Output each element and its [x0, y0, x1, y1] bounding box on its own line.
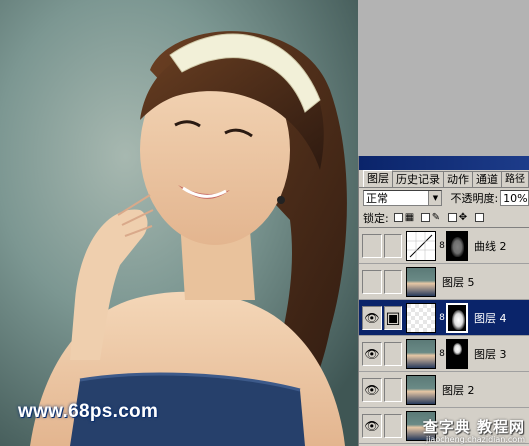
brush-icon: ✎: [431, 212, 441, 223]
lock-label: 锁定:: [363, 211, 389, 225]
layer-name: 图层 2: [442, 383, 475, 397]
layer-row[interactable]: 图层 5: [359, 264, 529, 300]
lock-position-checkbox[interactable]: [447, 213, 457, 222]
canvas-photo[interactable]: www.68ps.com: [0, 0, 358, 446]
lock-row: 锁定: ▦ ✎ ✥: [359, 208, 529, 228]
tab-history[interactable]: 历史记录: [392, 171, 444, 187]
portrait-image: [0, 0, 358, 446]
layer-thumbnail: [406, 266, 436, 297]
layer-row[interactable]: 👁 8 图层 3: [359, 336, 529, 372]
move-icon: ✥: [458, 212, 468, 223]
blend-mode-select[interactable]: 正常 ▼: [363, 190, 443, 206]
link-toggle[interactable]: [384, 377, 402, 402]
transparency-icon: ▦: [404, 212, 415, 223]
layer-row[interactable]: 8 曲线 2: [359, 228, 529, 264]
link-toggle[interactable]: [384, 341, 402, 366]
chain-icon: 8: [439, 240, 445, 251]
layer-mask-thumbnail[interactable]: [446, 302, 468, 333]
blend-mode-value: 正常: [366, 192, 388, 205]
layer-thumbnail: [406, 302, 436, 333]
canvas-background: [358, 0, 529, 156]
layer-mask-thumbnail[interactable]: [446, 338, 468, 369]
layer-name: 图层 5: [442, 275, 475, 289]
brush-icon[interactable]: ▣: [384, 305, 402, 330]
layer-thumbnail: [406, 338, 436, 369]
opacity-field[interactable]: 10%: [500, 190, 529, 206]
panel-tabs: 图层 历史记录 动作 通道 路径: [359, 170, 529, 188]
panel-titlebar[interactable]: [359, 156, 529, 170]
layers-panel: 图层 历史记录 动作 通道 路径 正常 ▼ 不透明度: 10% 锁定: ▦ ✎ …: [358, 156, 529, 446]
eye-icon[interactable]: 👁: [362, 305, 382, 330]
opacity-value: 10%: [503, 191, 528, 205]
site-title: 查字典 教程网: [422, 418, 525, 436]
layers-list: 8 曲线 2 图层 5 👁 ▣ 8 图层 4 👁 8 图层 3 👁 图层 2 👁: [359, 228, 529, 446]
eye-icon[interactable]: 👁: [362, 413, 382, 438]
site-watermark: 查字典 教程网 jiaocheng.chazidian.com: [389, 416, 529, 446]
curves-icon: [406, 230, 436, 261]
layer-mask-thumbnail[interactable]: [446, 230, 468, 261]
link-toggle[interactable]: [384, 269, 402, 294]
blend-row: 正常 ▼ 不透明度: 10%: [359, 188, 529, 208]
visibility-toggle[interactable]: [362, 233, 382, 258]
layer-row[interactable]: 👁 图层 2: [359, 372, 529, 408]
visibility-toggle[interactable]: [362, 269, 382, 294]
lock-image-checkbox[interactable]: [420, 213, 430, 222]
watermark-text: www.68ps.com: [18, 401, 159, 422]
chain-icon: 8: [439, 312, 445, 323]
link-toggle[interactable]: [384, 233, 402, 258]
layer-row-selected[interactable]: 👁 ▣ 8 图层 4: [359, 300, 529, 336]
layer-thumbnail: [406, 374, 436, 405]
tab-paths[interactable]: 路径: [501, 171, 529, 187]
chevron-down-icon[interactable]: ▼: [428, 191, 442, 205]
tab-layers[interactable]: 图层: [363, 170, 393, 187]
layer-name: 曲线 2: [474, 239, 507, 253]
site-url: jiaocheng.chazidian.com: [425, 435, 525, 444]
lock-all-checkbox[interactable]: [474, 213, 484, 222]
lock-transparency-checkbox[interactable]: [393, 213, 403, 222]
layer-name: 图层 3: [474, 347, 507, 361]
opacity-label: 不透明度:: [450, 192, 499, 205]
layer-name: 图层 4: [474, 311, 507, 325]
tab-channels[interactable]: 通道: [472, 171, 502, 187]
eye-icon[interactable]: 👁: [362, 377, 382, 402]
chain-icon: 8: [439, 348, 445, 359]
eye-icon[interactable]: 👁: [362, 341, 382, 366]
tab-actions[interactable]: 动作: [443, 171, 473, 187]
